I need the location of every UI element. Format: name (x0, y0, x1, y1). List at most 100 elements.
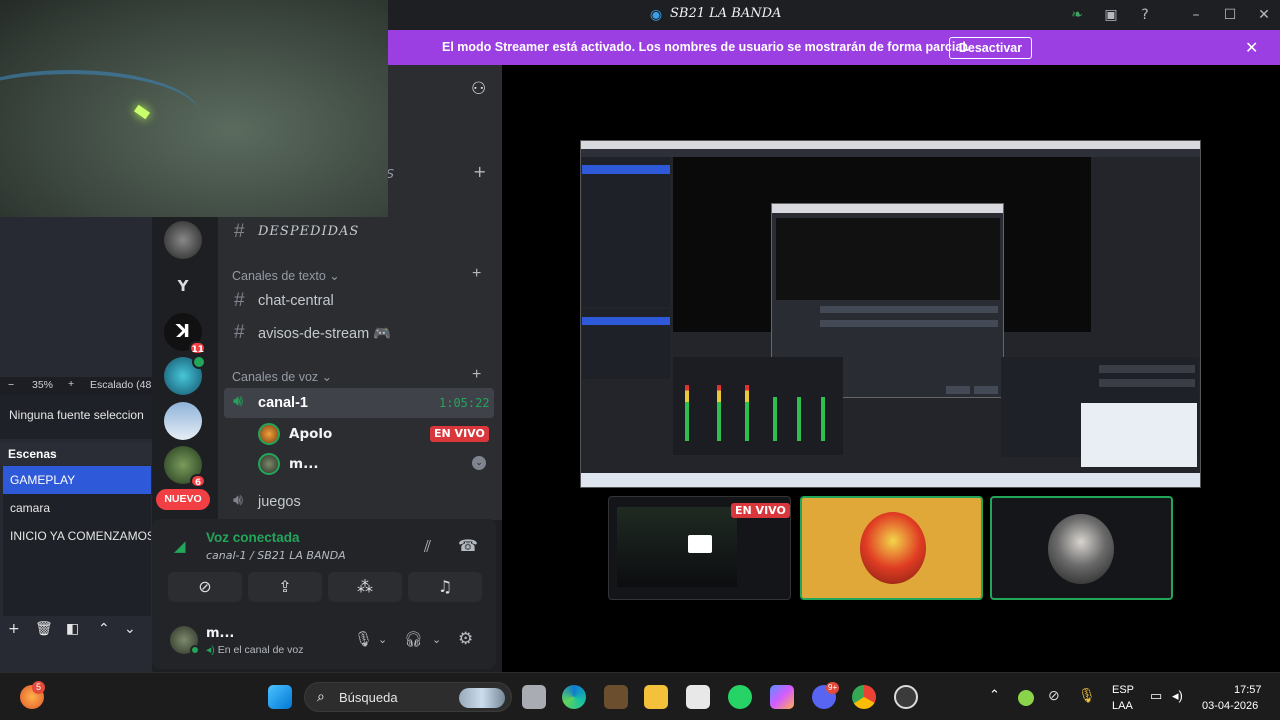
chevron-down-icon[interactable]: ⌄ (378, 633, 387, 646)
move-up-icon[interactable]: ⌃ (98, 621, 110, 637)
file-explorer-icon[interactable] (644, 685, 668, 709)
voice-member[interactable]: Apolo EN VIVO (258, 421, 492, 447)
participant-tile[interactable] (800, 496, 983, 600)
user-status-text: En el canal de voz (217, 644, 304, 656)
taskbar: 5 ⌕ Búsqueda 9+ ⌃ ⊘ 🎙︎ ESP LAA ▭ ◂) 17:5… (0, 672, 1280, 720)
add-channel-icon[interactable]: + (472, 366, 481, 384)
task-view-icon[interactable] (522, 685, 546, 709)
scene-item[interactable]: INICIO YA COMENZAMOS (3, 522, 151, 550)
keyboard-layout[interactable]: LAA (1112, 700, 1133, 712)
server-icon[interactable] (164, 402, 202, 440)
inbox-icon[interactable]: ▣ (1103, 7, 1119, 23)
help-icon[interactable]: ? (1137, 7, 1153, 23)
voice-channel-canal-1[interactable]: 🔊︎ canal-1 1:05:22 (224, 388, 494, 418)
zoom-in-button[interactable]: + (68, 378, 74, 390)
search-icon: ⌕ (317, 688, 325, 704)
text-channel-icon: # (234, 290, 245, 311)
input-language[interactable]: ESP (1112, 684, 1134, 696)
zoom-out-button[interactable]: − (8, 379, 14, 391)
notification-badge: 5 (32, 681, 45, 694)
member-name: m... (289, 456, 319, 472)
channel-avisos[interactable]: # avisos-de-stream 🎮 (224, 318, 494, 348)
copilot-icon[interactable] (770, 685, 794, 709)
filters-icon[interactable]: ◧ (66, 621, 79, 637)
nitro-leaf-icon[interactable]: ❧ (1069, 7, 1085, 23)
channel-name: chat-central (258, 293, 334, 309)
close-banner-icon[interactable]: ✕ (1245, 38, 1258, 57)
text-channels-category[interactable]: Canales de texto ⌄ + (232, 265, 481, 283)
category-label: Canales de voz (232, 370, 319, 384)
speaker-icon: 🔊︎ (233, 492, 244, 509)
user-status: ◂) En el canal de voz (206, 644, 304, 656)
edge-icon[interactable] (562, 685, 586, 709)
discord-badge: 9+ (826, 682, 840, 694)
voice-channels-category[interactable]: Canales de voz ⌄ + (232, 366, 481, 384)
server-icon[interactable] (164, 355, 206, 395)
minecraft-icon[interactable] (604, 685, 628, 709)
tray-app-icon[interactable] (1018, 690, 1034, 706)
add-scene-icon[interactable]: + (8, 621, 20, 637)
disable-streamer-button[interactable]: Desactivar (949, 37, 1032, 59)
microphone-icon[interactable]: 🎙︎ (354, 630, 373, 648)
new-badge[interactable]: NUEVO (156, 489, 210, 510)
clock-date[interactable]: 03-04-2026 (1202, 700, 1258, 712)
headphones-icon[interactable]: 🎧︎ (404, 630, 423, 648)
move-down-icon[interactable]: ⌄ (124, 621, 136, 637)
voice-status[interactable]: Voz conectada (206, 530, 300, 545)
server-icon[interactable]: Y (164, 267, 202, 305)
speaker-icon: ◂) (206, 644, 215, 656)
avatar (1048, 514, 1114, 584)
search-placeholder: Búsqueda (339, 690, 398, 705)
maximize-icon[interactable]: ☐ (1222, 7, 1238, 23)
add-channel-icon[interactable]: + (472, 265, 481, 283)
live-indicator-icon (192, 355, 206, 369)
chevron-down-icon[interactable]: ⌄ (472, 456, 486, 470)
disconnect-icon[interactable]: ☎ (458, 536, 478, 555)
voice-member[interactable]: m... ⌄ (258, 451, 492, 477)
shared-screen-preview[interactable] (580, 140, 1201, 488)
add-channel-icon[interactable]: + (473, 162, 486, 181)
store-icon[interactable] (686, 685, 710, 709)
scene-item[interactable]: GAMEPLAY (3, 466, 151, 494)
microphone-in-use-icon[interactable]: 🎙︎ (1078, 687, 1096, 704)
chevron-down-icon[interactable]: ⌄ (432, 633, 441, 646)
stream-tile[interactable]: EN VIVO (608, 496, 791, 600)
display-icon[interactable]: ▭ (1150, 688, 1162, 704)
soundboard-button[interactable]: ♫ (408, 572, 482, 602)
whatsapp-icon[interactable] (728, 685, 752, 709)
chevron-up-icon[interactable]: ⌃ (989, 687, 1000, 703)
channel-name: juegos (258, 494, 301, 510)
camera-off-button[interactable]: ⊘ (168, 572, 242, 602)
close-window-icon[interactable]: ✕ (1256, 7, 1272, 23)
noise-suppression-icon[interactable]: ⫽ (424, 537, 431, 557)
scene-item[interactable]: camara (3, 494, 151, 522)
live-badge: EN VIVO (731, 503, 790, 518)
signal-icon[interactable]: ◢ (174, 537, 186, 555)
screen-share-button[interactable]: ⇪ (248, 572, 322, 602)
clock-time[interactable]: 17:57 (1234, 684, 1262, 696)
add-friend-icon[interactable]: ⚇ (471, 79, 486, 99)
server-logo-icon: ꓘ (176, 321, 190, 342)
remove-scene-icon[interactable]: 🗑 (35, 621, 53, 637)
participant-tile[interactable] (990, 496, 1173, 600)
preview-controls (1001, 357, 1199, 467)
voice-channel-juegos[interactable]: 🔊︎ juegos (224, 487, 494, 517)
taskbar-search[interactable]: ⌕ Búsqueda (304, 682, 512, 712)
live-badge: EN VIVO (430, 426, 489, 442)
settings-gear-icon[interactable]: ⚙ (458, 629, 473, 649)
chrome-icon[interactable] (852, 685, 876, 709)
voice-location[interactable]: canal-1 / SB21 LA BANDA (206, 549, 346, 562)
minimize-icon[interactable]: – (1188, 7, 1204, 23)
server-icon[interactable]: ꓘ 11 (164, 313, 206, 355)
server-icon[interactable]: 6 (164, 446, 206, 488)
volume-icon[interactable]: ◂) (1172, 688, 1183, 704)
user-name[interactable]: m... (206, 626, 234, 641)
windows-start-icon[interactable] (268, 685, 292, 709)
network-off-icon[interactable]: ⊘ (1048, 687, 1060, 704)
webcam-overlay (0, 0, 388, 217)
server-icon[interactable] (164, 221, 202, 259)
obs-icon[interactable] (894, 685, 918, 709)
activities-button[interactable]: ⁂ (328, 572, 402, 602)
channel-despedidas[interactable]: # DESPEDIDAS (224, 217, 494, 247)
channel-chat-central[interactable]: # chat-central (224, 286, 494, 316)
